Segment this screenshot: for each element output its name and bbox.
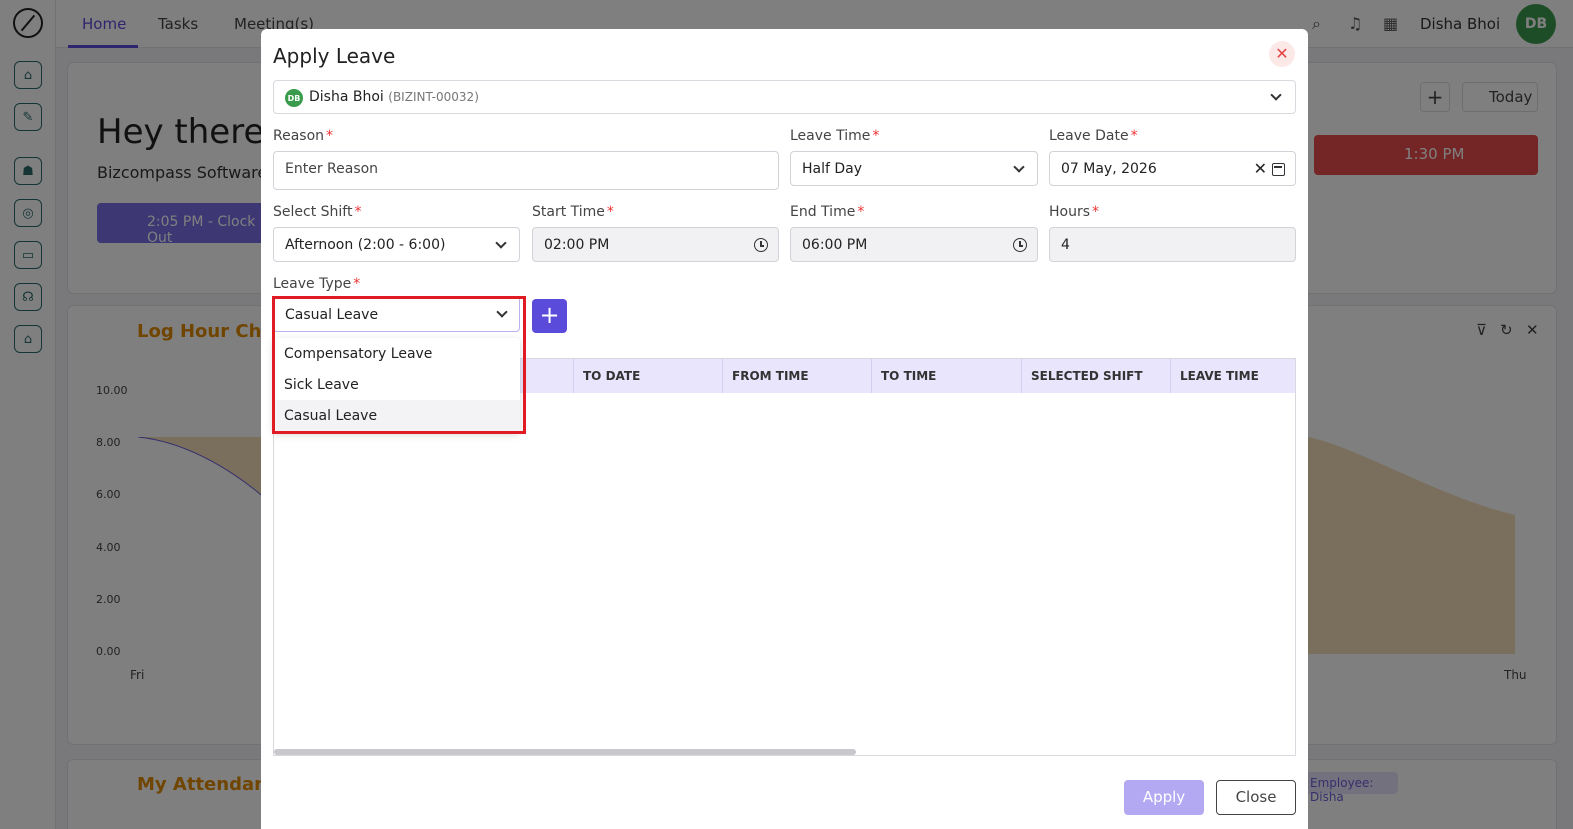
- clock-icon[interactable]: [754, 238, 768, 252]
- leave-type-value: Casual Leave: [285, 307, 379, 323]
- start-time-label-text: Start Time: [532, 204, 605, 220]
- leave-time-value: Half Day: [802, 161, 863, 177]
- select-shift-label-text: Select Shift: [273, 204, 353, 220]
- leave-time-label: Leave Time *: [790, 128, 880, 144]
- employee-avatar: DB: [285, 89, 303, 107]
- leave-type-label-text: Leave Type: [273, 276, 352, 292]
- leave-date-value: 07 May, 2026: [1061, 161, 1157, 177]
- option-sick-leave[interactable]: Sick Leave: [273, 369, 520, 400]
- close-button[interactable]: Close: [1216, 780, 1296, 815]
- col-to-date[interactable]: TO DATE: [573, 359, 723, 393]
- end-time-input[interactable]: 06:00 PM: [790, 227, 1038, 262]
- leave-type-select[interactable]: Casual Leave: [273, 296, 520, 332]
- employee-select[interactable]: DB Disha Bhoi (BIZINT-00032): [273, 80, 1296, 114]
- add-leave-type-button[interactable]: +: [532, 299, 567, 333]
- col-leave-time[interactable]: LEAVE TIME: [1170, 359, 1295, 393]
- chevron-down-icon: [1013, 161, 1025, 173]
- employee-code: (BIZINT-00032): [388, 90, 479, 104]
- chevron-down-icon: [495, 237, 507, 249]
- calendar-icon[interactable]: [1272, 163, 1285, 176]
- start-time-label: Start Time *: [532, 204, 614, 220]
- leave-date-label-text: Leave Date: [1049, 128, 1129, 144]
- reason-input[interactable]: Enter Reason: [273, 151, 779, 190]
- clear-icon[interactable]: ✕: [1254, 159, 1267, 178]
- leave-time-select[interactable]: Half Day: [790, 151, 1038, 186]
- select-shift-value: Afternoon (2:00 - 6:00): [285, 237, 446, 253]
- hours-label-text: Hours: [1049, 204, 1091, 220]
- employee-name: Disha Bhoi: [309, 89, 384, 105]
- apply-leave-modal: Apply Leave ✕ DB Disha Bhoi (BIZINT-0003…: [261, 29, 1308, 829]
- employee-name-line: Disha Bhoi (BIZINT-00032): [309, 89, 479, 105]
- leave-date-input[interactable]: 07 May, 2026 ✕: [1049, 151, 1296, 186]
- reason-placeholder: Enter Reason: [285, 161, 379, 177]
- chevron-down-icon: [496, 306, 508, 318]
- select-shift-label: Select Shift *: [273, 204, 362, 220]
- reason-label-text: Reason: [273, 128, 325, 144]
- reason-label: Reason *: [273, 128, 334, 144]
- leave-time-label-text: Leave Time: [790, 128, 871, 144]
- start-time-input[interactable]: 02:00 PM: [532, 227, 779, 262]
- col-to-time[interactable]: TO TIME: [871, 359, 1021, 393]
- hours-value: 4: [1061, 237, 1070, 253]
- hours-input: 4: [1049, 227, 1296, 262]
- start-time-value: 02:00 PM: [544, 237, 610, 253]
- chevron-down-icon: [1270, 89, 1282, 101]
- close-icon[interactable]: ✕: [1269, 41, 1295, 67]
- leave-type-label: Leave Type *: [273, 276, 361, 292]
- col-selected-shift[interactable]: SELECTED SHIFT: [1021, 359, 1171, 393]
- select-shift-select[interactable]: Afternoon (2:00 - 6:00): [273, 227, 520, 262]
- hours-label: Hours *: [1049, 204, 1100, 220]
- clock-icon[interactable]: [1013, 238, 1027, 252]
- end-time-label: End Time *: [790, 204, 865, 220]
- leave-date-label: Leave Date *: [1049, 128, 1138, 144]
- option-casual-leave[interactable]: Casual Leave: [273, 400, 520, 431]
- col-from-time[interactable]: FROM TIME: [722, 359, 872, 393]
- end-time-value: 06:00 PM: [802, 237, 868, 253]
- option-compensatory-leave[interactable]: Compensatory Leave: [273, 338, 520, 369]
- leave-type-dropdown: Compensatory Leave Sick Leave Casual Lea…: [273, 338, 520, 433]
- end-time-label-text: End Time: [790, 204, 856, 220]
- modal-title: Apply Leave: [273, 44, 396, 68]
- horizontal-scrollbar[interactable]: [274, 749, 856, 755]
- apply-button[interactable]: Apply: [1124, 780, 1204, 815]
